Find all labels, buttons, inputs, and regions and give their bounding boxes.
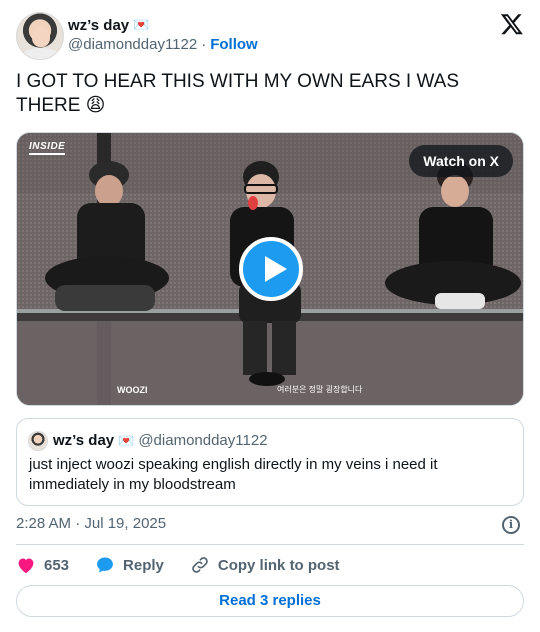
link-icon <box>192 557 208 573</box>
love-letter-emoji: 💌 <box>133 17 150 32</box>
read-replies-button[interactable]: Read 3 replies <box>16 585 524 617</box>
x-logo-icon[interactable] <box>500 12 524 36</box>
reply-bubble-icon <box>97 557 113 573</box>
quoted-handle: @diamondday1122 <box>138 432 268 449</box>
reply-button[interactable]: Reply <box>95 555 164 575</box>
author-name-row[interactable]: wz’s day 💌 <box>68 15 149 35</box>
reply-label: Reply <box>123 556 164 574</box>
member-name-tag: WOOZI <box>117 385 148 395</box>
quoted-tweet[interactable]: wz’s day 💌 @diamondday1122 just inject w… <box>16 418 524 506</box>
info-icon[interactable]: i <box>502 516 520 534</box>
watch-on-x-button[interactable]: Watch on X <box>409 145 513 177</box>
author-handle[interactable]: @diamondday1122 <box>68 36 197 53</box>
author-handle-row: @diamondday1122 · Follow <box>68 36 258 53</box>
copy-link-button[interactable]: Copy link to post <box>190 555 340 575</box>
divider <box>16 544 524 545</box>
love-letter-emoji: 💌 <box>118 432 135 448</box>
copy-link-label: Copy link to post <box>217 556 340 574</box>
separator-dot: · <box>201 36 207 53</box>
like-button[interactable]: 653 <box>16 556 69 574</box>
video-subtitle: 여러분은 정말 굉장합니다 <box>277 385 363 394</box>
quoted-display-name: wz’s day <box>53 432 115 449</box>
video-player[interactable]: INSIDE Watch on X WOOZI 여러분은 정말 굉장합니다 <box>16 132 524 406</box>
action-bar: 653 Reply Copy link to post <box>16 553 366 577</box>
tweet-timestamp[interactable]: 2:28 AM · Jul 19, 2025 <box>16 515 166 532</box>
quoted-text: just inject woozi speaking english direc… <box>29 456 438 493</box>
follow-button[interactable]: Follow <box>210 36 258 53</box>
play-icon[interactable] <box>239 237 303 301</box>
tweet-header: wz’s day 💌 @diamondday1122 · Follow <box>16 12 524 60</box>
quoted-author-row: wz’s day 💌 @diamondday1122 <box>53 432 268 449</box>
quoted-author-avatar <box>28 431 48 451</box>
avatar-face <box>32 27 50 47</box>
author-avatar[interactable] <box>16 12 64 60</box>
heart-icon <box>18 558 34 574</box>
like-count: 653 <box>44 556 70 574</box>
tweet-text: I GOT TO HEAR THIS WITH MY OWN EARS I WA… <box>16 71 460 116</box>
author-display-name[interactable]: wz’s day <box>68 17 129 34</box>
avatar-shirt <box>21 48 61 59</box>
channel-logo: INSIDE <box>29 141 66 155</box>
